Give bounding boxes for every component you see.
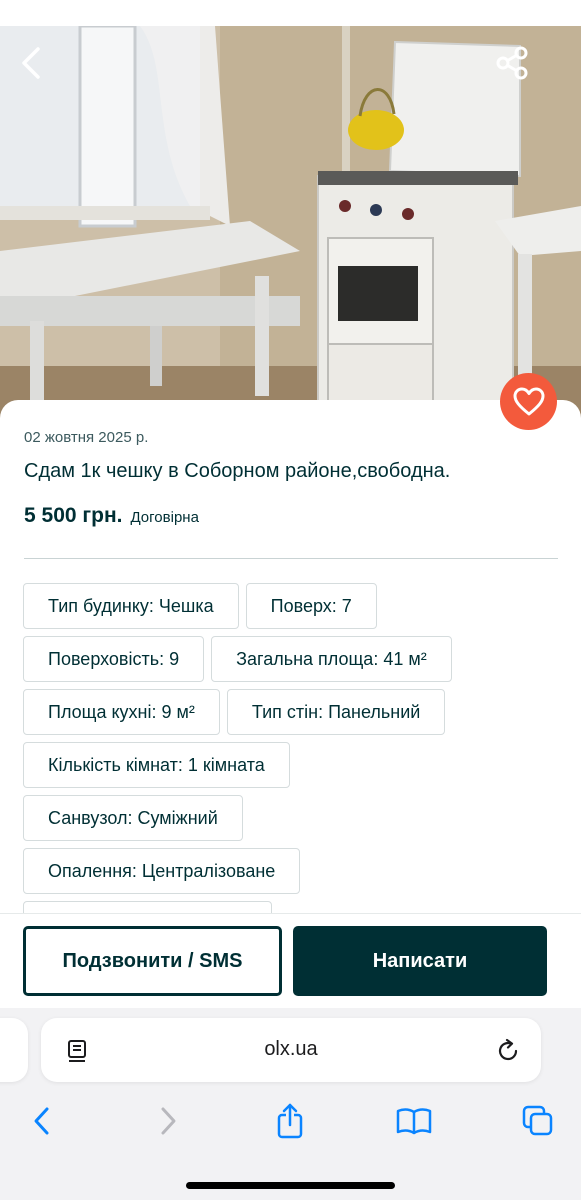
share-icon	[496, 46, 528, 80]
price-negotiable-label: Договірна	[130, 509, 199, 526]
listing-title: Сдам 1к чешку в Соборном районе,свободна…	[24, 460, 451, 482]
back-button[interactable]	[18, 46, 62, 90]
tag-row: Кількість кімнат: 1 кімната	[23, 742, 563, 788]
reload-icon[interactable]	[495, 1038, 521, 1069]
tag-total-area: Загальна площа: 41 м²	[211, 636, 452, 682]
listing-photo[interactable]	[0, 26, 581, 426]
tag-kitchen-area: Площа кухні: 9 м²	[23, 689, 220, 735]
kitchen-photo-illustration	[0, 26, 581, 426]
tag-bathroom: Санвузол: Суміжний	[23, 795, 243, 841]
tag-row: Санвузол: Суміжний	[23, 795, 563, 841]
listing-price: 5 500 грн.	[24, 504, 123, 527]
listing-details: 02 жовтня 2025 р. Сдам 1к чешку в Соборн…	[0, 400, 581, 915]
divider	[24, 558, 558, 559]
tag-house-type: Тип будинку: Чешка	[23, 583, 239, 629]
browser-back-icon[interactable]	[24, 1103, 60, 1139]
browser-forward-icon[interactable]	[150, 1103, 186, 1139]
home-indicator	[186, 1182, 395, 1189]
address-bar[interactable]: olx.ua	[41, 1018, 541, 1082]
back-icon	[22, 47, 40, 79]
bookmarks-icon[interactable]	[396, 1103, 432, 1139]
tag-total-floors: Поверховість: 9	[23, 636, 205, 682]
call-sms-button[interactable]: Подзвонити / SMS	[23, 926, 282, 996]
share-button[interactable]	[495, 46, 539, 90]
tag-heating: Опалення: Централізоване	[23, 848, 301, 894]
browser-chrome: olx.ua	[0, 1008, 581, 1200]
tag-row: Площа кухні: 9 м² Тип стін: Панельний	[23, 689, 563, 735]
heart-icon	[513, 387, 544, 415]
tag-floor: Поверх: 7	[245, 583, 377, 629]
favorite-button[interactable]	[500, 373, 557, 430]
previous-tab-peek[interactable]	[0, 1018, 28, 1082]
browser-share-icon[interactable]	[272, 1103, 308, 1139]
status-bar	[0, 0, 581, 26]
parameter-tags: Тип будинку: Чешка Поверх: 7 Поверховіст…	[23, 583, 563, 915]
tabs-icon[interactable]	[520, 1103, 556, 1139]
listing-date: 02 жовтня 2025 р.	[24, 429, 149, 446]
contact-action-bar: Подзвонити / SMS Написати	[0, 913, 581, 1008]
tag-rooms: Кількість кімнат: 1 кімната	[23, 742, 290, 788]
write-message-button[interactable]: Написати	[293, 926, 547, 996]
url-text: olx.ua	[264, 1038, 318, 1060]
tag-row: Опалення: Централізоване	[23, 848, 563, 894]
tag-row: Поверховість: 9 Загальна площа: 41 м²	[23, 636, 563, 682]
tag-wall-type: Тип стін: Панельний	[226, 689, 446, 735]
price-row: 5 500 грн. Договірна	[24, 504, 199, 528]
tag-row: Тип будинку: Чешка Поверх: 7	[23, 583, 563, 629]
